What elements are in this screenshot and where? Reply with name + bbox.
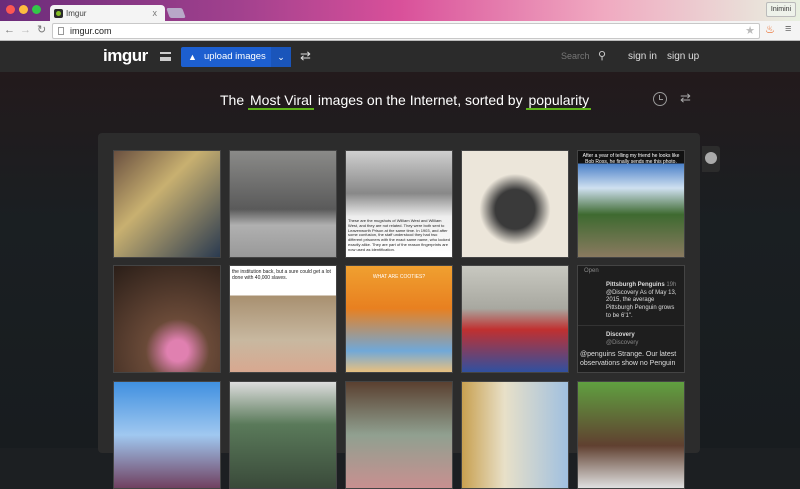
gallery-thumbnail[interactable]: WHAT ARE COOTIES?	[345, 265, 453, 373]
image-caption: the institution back, but a sure could g…	[232, 269, 331, 281]
tweet-author: Pittsburgh Penguins	[606, 281, 665, 288]
side-panel-toggle[interactable]	[702, 146, 720, 172]
sort-dropdown[interactable]: popularity	[526, 92, 592, 110]
hamburger-menu-icon[interactable]	[160, 52, 171, 61]
gallery-thumbnail[interactable]	[461, 381, 569, 489]
browser-tab-bar: Imgur x Inimini	[0, 0, 800, 22]
tab-close-button[interactable]: x	[153, 8, 158, 18]
image-caption: WHAT ARE COOTIES?	[372, 274, 426, 280]
browser-tab-imgur[interactable]: Imgur x	[50, 5, 165, 22]
tweet-text: @penguins Strange. Our latest observatio…	[580, 351, 677, 368]
section-dropdown[interactable]: Most Viral	[248, 92, 314, 110]
gallery-thumbnail[interactable]	[113, 150, 221, 258]
tweet-author: Discovery	[606, 331, 635, 338]
random-shuffle-icon[interactable]: ⇄	[680, 90, 691, 106]
tab-title: Imgur	[66, 9, 87, 18]
tweet-open[interactable]: Open	[578, 266, 684, 278]
maximize-window-button[interactable]	[32, 5, 41, 14]
minimize-window-button[interactable]	[19, 5, 28, 14]
url-text: imgur.com	[70, 26, 112, 36]
upload-images-button[interactable]: ▲ upload images ⌄	[181, 47, 291, 67]
imgur-logo[interactable]: imgur	[103, 46, 148, 66]
menu-icon[interactable]: ≡	[785, 23, 791, 35]
gallery-thumbnail[interactable]	[461, 265, 569, 373]
search-input[interactable]: Search	[561, 51, 590, 61]
tagline-text: images on the Internet, sorted by	[317, 92, 523, 108]
upload-label: upload images	[204, 51, 266, 62]
gallery-tagline: The Most Viral images on the Internet, s…	[220, 92, 592, 110]
image-caption: After a year of telling my friend he loo…	[582, 153, 680, 165]
tweet-handle: @Discovery	[606, 339, 639, 346]
page-icon	[58, 27, 64, 35]
address-bar[interactable]: imgur.com ★	[52, 23, 760, 39]
forward-arrow-icon[interactable]: →	[20, 24, 31, 36]
extension-flame-icon[interactable]: ♨	[765, 23, 775, 36]
gallery-thumbnail[interactable]	[229, 381, 337, 489]
imgur-favicon-icon	[54, 9, 63, 18]
tweet-time: 19h	[666, 281, 677, 288]
comments-icon	[705, 152, 717, 164]
image-caption: These are the mugshots of William West a…	[348, 218, 450, 252]
upload-dropdown-chevron-icon[interactable]: ⌄	[271, 47, 291, 67]
cloud-upload-icon: ▲	[188, 52, 197, 62]
close-window-button[interactable]	[6, 5, 15, 14]
tagline-text: The	[220, 92, 245, 108]
gallery-thumbnail[interactable]	[461, 150, 569, 258]
gallery-thumbnail[interactable]	[345, 381, 453, 489]
new-tab-button[interactable]	[166, 8, 186, 18]
gallery-thumbnail[interactable]	[229, 150, 337, 258]
profile-button[interactable]: Inimini	[766, 2, 796, 17]
sign-up-link[interactable]: sign up	[667, 51, 699, 62]
gallery-thumbnail[interactable]: After a year of telling my friend he loo…	[577, 150, 685, 258]
browser-toolbar: ← → ↻ imgur.com ★ ♨ ≡	[0, 21, 800, 41]
site-header: imgur ▲ upload images ⌄ ⇄ Search ⚲ sign …	[0, 41, 800, 72]
tweet-text: @Discovery As of May 13, 2015, the avera…	[606, 289, 677, 319]
gallery-thumbnail[interactable]	[577, 381, 685, 489]
search-icon[interactable]: ⚲	[598, 49, 606, 62]
sign-in-link[interactable]: sign in	[628, 51, 657, 62]
clock-icon[interactable]	[653, 92, 667, 106]
gallery-thumbnail[interactable]	[113, 381, 221, 489]
reload-icon[interactable]: ↻	[37, 23, 46, 36]
gallery-thumbnail[interactable]: the institution back, but a sure could g…	[229, 265, 337, 373]
gallery-thumbnail[interactable]	[113, 265, 221, 373]
random-shuffle-icon[interactable]: ⇄	[300, 48, 311, 64]
back-arrow-icon[interactable]: ←	[4, 24, 15, 36]
gallery-thumbnail[interactable]: Open Pittsburgh Penguins 19h @Discovery As…	[577, 265, 685, 373]
gallery-thumbnail[interactable]: These are the mugshots of William West a…	[345, 150, 453, 258]
bookmark-star-icon[interactable]: ★	[745, 24, 755, 37]
